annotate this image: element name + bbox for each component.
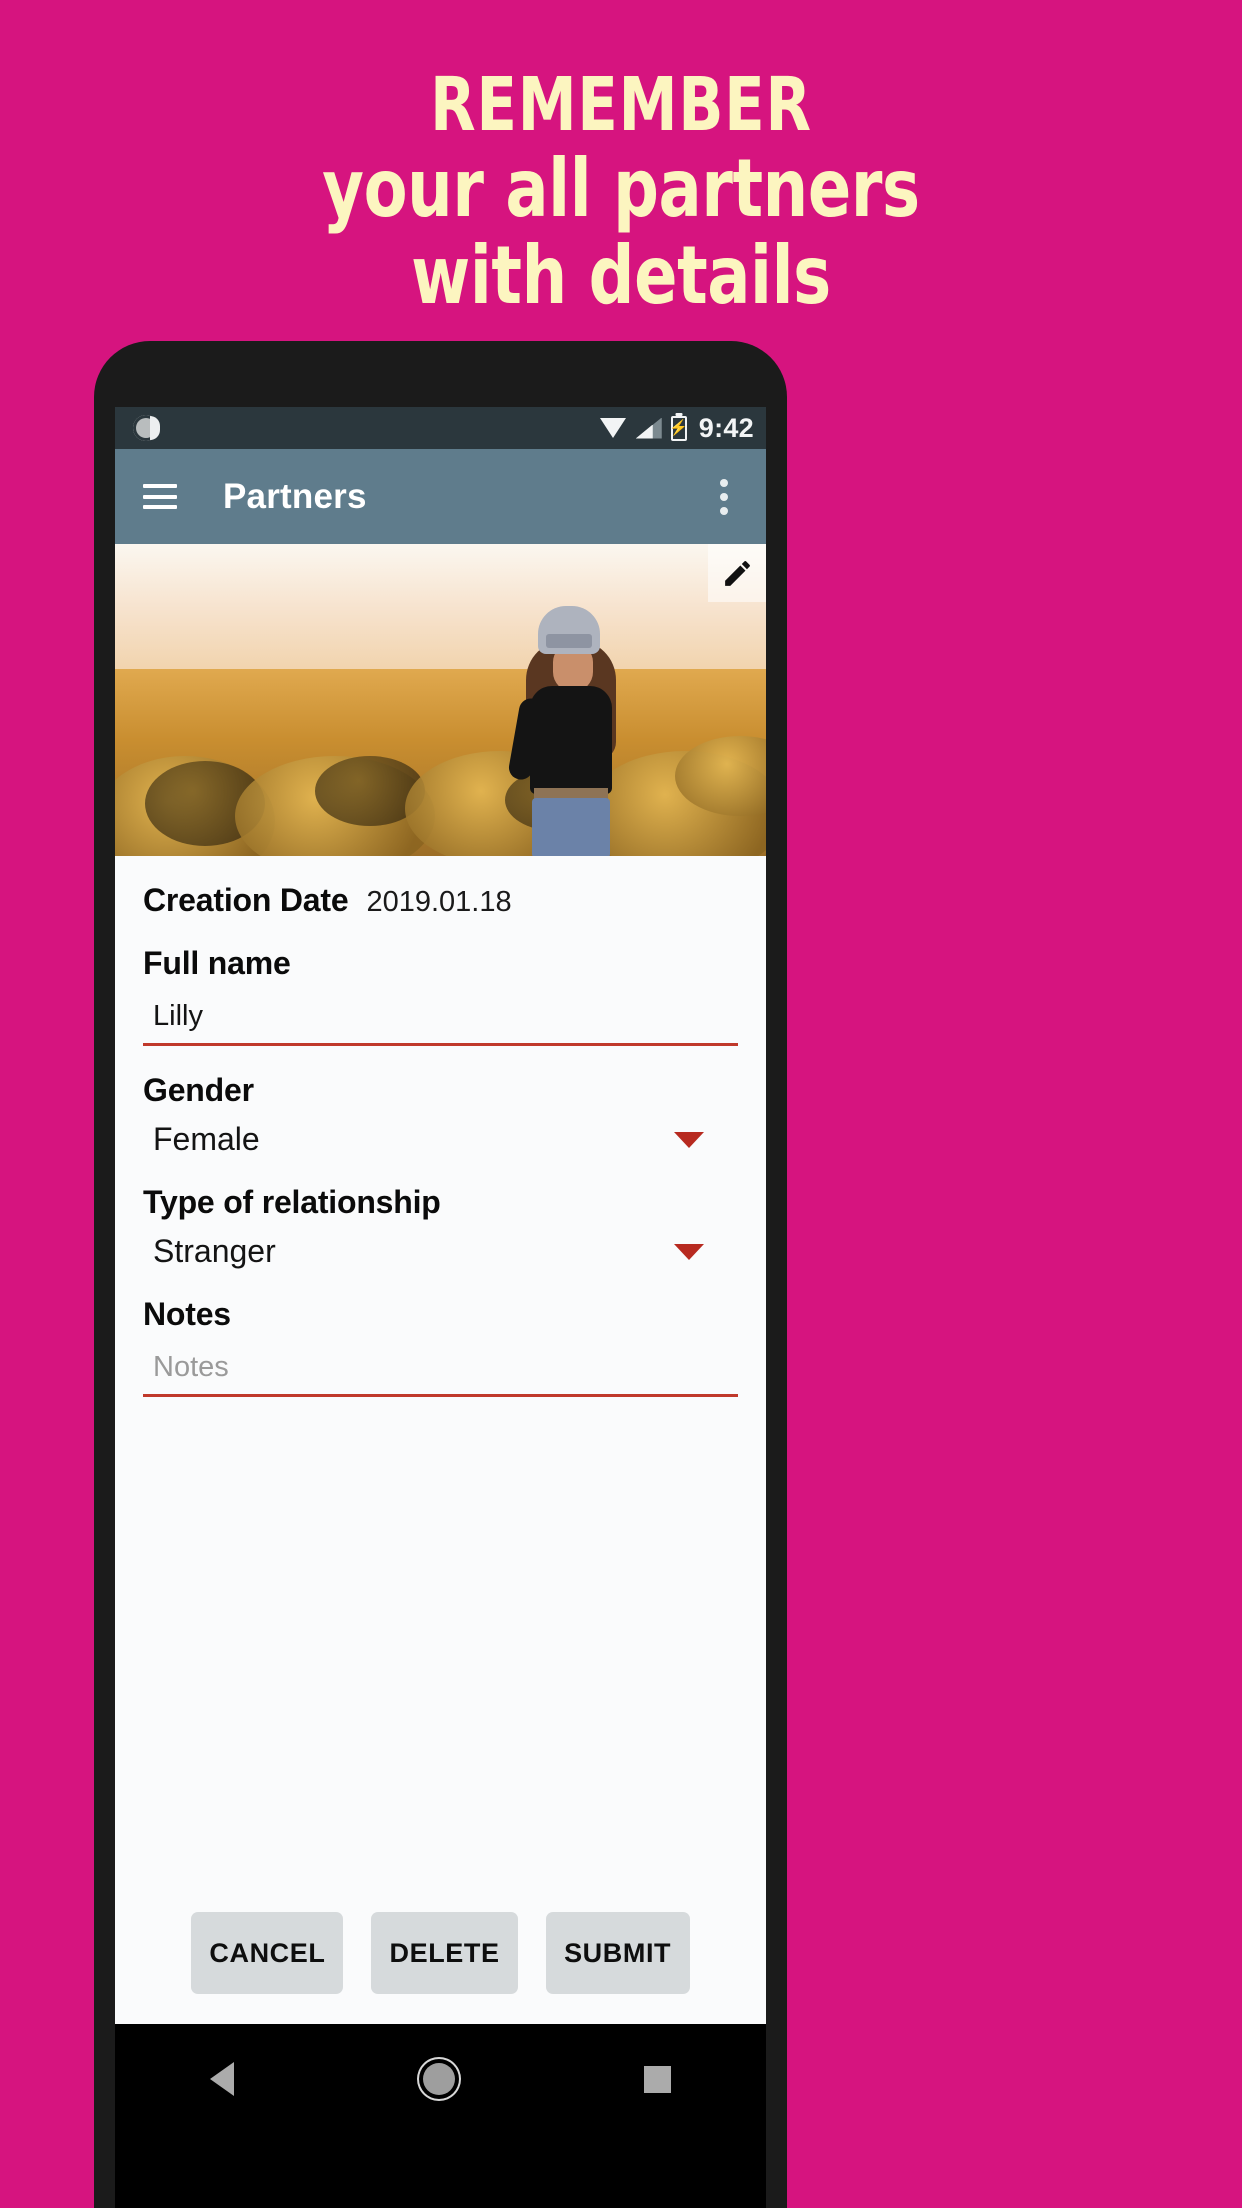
notes-field: Notes Notes bbox=[143, 1296, 738, 1397]
signal-icon bbox=[635, 417, 662, 439]
gender-value: Female bbox=[153, 1121, 260, 1157]
promo-headline-line-2: your all partners bbox=[322, 142, 920, 236]
app-bar: Partners bbox=[115, 449, 766, 544]
full-name-input[interactable]: Lilly bbox=[143, 1000, 738, 1046]
creation-date-row: Creation Date 2019.01.18 bbox=[143, 882, 738, 919]
creation-date-value: 2019.01.18 bbox=[366, 886, 512, 918]
photo-person bbox=[507, 606, 636, 856]
gender-select[interactable]: Female bbox=[143, 1121, 738, 1158]
kebab-dot bbox=[720, 492, 728, 501]
full-name-label: Full name bbox=[143, 945, 291, 981]
delete-button[interactable]: DELETE bbox=[371, 1912, 518, 1994]
relationship-select[interactable]: Stranger bbox=[143, 1233, 738, 1270]
photo-person-beanie bbox=[538, 606, 600, 654]
battery-charging-icon: ⚡ bbox=[669, 415, 689, 441]
recents-icon[interactable] bbox=[644, 2065, 672, 2093]
wifi-icon bbox=[599, 418, 627, 438]
hamburger-bar bbox=[143, 505, 177, 509]
promo-headline-line-3: with details bbox=[411, 229, 831, 323]
status-bar: ⚡ 9:42 bbox=[115, 407, 766, 449]
kebab-menu-icon[interactable] bbox=[720, 478, 728, 515]
hamburger-icon[interactable] bbox=[143, 484, 177, 509]
submit-button[interactable]: SUBMIT bbox=[545, 1912, 690, 1994]
signal-bars-filled bbox=[635, 424, 653, 439]
partner-form: Creation Date 2019.01.18 Full name Lilly… bbox=[115, 856, 766, 2024]
relationship-label: Type of relationship bbox=[143, 1184, 441, 1220]
hamburger-bar bbox=[143, 484, 177, 488]
notes-placeholder: Notes bbox=[153, 1351, 229, 1383]
form-actions: CANCEL DELETE SUBMIT bbox=[115, 1912, 766, 1994]
page-title: Partners bbox=[223, 476, 367, 516]
creation-date-label: Creation Date bbox=[143, 882, 349, 918]
relationship-field: Type of relationship Stranger bbox=[143, 1184, 738, 1270]
battery-bolt-glyph: ⚡ bbox=[669, 419, 689, 437]
pencil-icon bbox=[724, 560, 750, 586]
notes-label: Notes bbox=[143, 1296, 231, 1332]
chevron-down-icon bbox=[674, 1131, 704, 1148]
full-name-value: Lilly bbox=[153, 1000, 203, 1032]
notes-input[interactable]: Notes bbox=[143, 1351, 738, 1397]
kebab-dot bbox=[720, 506, 728, 515]
home-icon[interactable] bbox=[422, 2063, 455, 2095]
cancel-button[interactable]: CANCEL bbox=[191, 1912, 344, 1994]
gender-label: Gender bbox=[143, 1072, 254, 1108]
promo-headline: REMEMBER your all partners with details bbox=[124, 62, 1118, 323]
partner-photo[interactable] bbox=[115, 544, 766, 856]
chevron-down-icon bbox=[674, 1243, 704, 1260]
hamburger-bar bbox=[143, 494, 177, 499]
photo-sky bbox=[115, 544, 766, 688]
android-navigation-bar bbox=[115, 2024, 766, 2134]
spinner-icon bbox=[133, 415, 160, 441]
status-bar-clock: 9:42 bbox=[698, 412, 754, 443]
status-bar-left bbox=[133, 415, 160, 441]
phone-screen: ⚡ 9:42 Partners Creation Date 2019.01.18… bbox=[115, 407, 766, 2208]
gender-field: Gender Female bbox=[143, 1072, 738, 1158]
status-bar-right: ⚡ 9:42 bbox=[599, 412, 754, 444]
photo-person-torso bbox=[530, 686, 612, 794]
edit-photo-button[interactable] bbox=[708, 544, 766, 602]
relationship-value: Stranger bbox=[153, 1233, 276, 1269]
full-name-field: Full name Lilly bbox=[143, 945, 738, 1046]
photo-person-jeans bbox=[532, 798, 610, 856]
promo-headline-line-1: REMEMBER bbox=[430, 62, 812, 148]
kebab-dot bbox=[720, 478, 728, 487]
phone-frame: ⚡ 9:42 Partners Creation Date 2019.01.18… bbox=[94, 341, 787, 2208]
back-icon[interactable] bbox=[209, 2062, 234, 2096]
